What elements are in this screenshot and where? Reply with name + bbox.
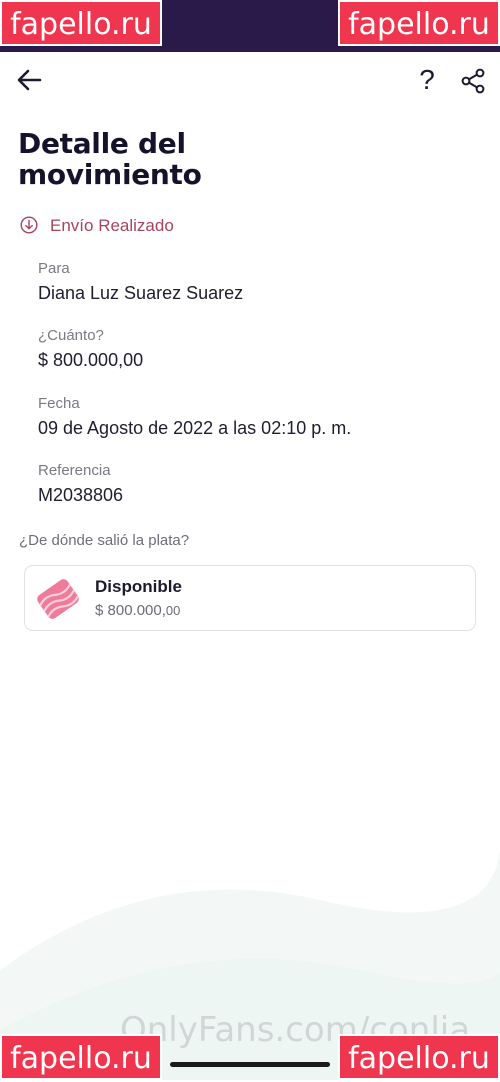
date-value: 09 de Agosto de 2022 a las 02:10 p. m. <box>38 418 352 438</box>
reference-label: Referencia <box>38 462 111 479</box>
source-question: ¿De dónde salió la plata? <box>19 532 190 549</box>
date-label: Fecha <box>38 395 80 412</box>
amount-field: ¿Cuánto? $ 800.000,00 <box>38 327 143 371</box>
account-amount-main: $ 800.000, <box>95 602 166 619</box>
home-indicator <box>170 1062 330 1067</box>
amount-value: $ 800.000,00 <box>38 350 144 370</box>
recipient-label: Para <box>38 260 70 277</box>
wallet-icon <box>37 579 79 619</box>
share-button[interactable] <box>458 66 488 96</box>
watermark-top-left: fapello.ru <box>0 0 162 46</box>
date-field: Fecha 09 de Agosto de 2022 a las 02:10 p… <box>38 395 351 439</box>
amount-label: ¿Cuánto? <box>38 327 104 344</box>
share-icon <box>461 68 485 94</box>
help-button[interactable]: ? <box>412 62 442 98</box>
back-button[interactable] <box>14 64 46 96</box>
reference-field: Referencia M2038806 <box>38 462 123 506</box>
reference-value: M2038806 <box>38 485 124 505</box>
arrow-left-icon <box>17 69 42 91</box>
source-account-card[interactable]: Disponible $ 800.000,00 <box>24 565 476 631</box>
arrow-down-circle-icon <box>20 216 38 234</box>
watermark-bottom-right: fapello.ru <box>338 1034 500 1080</box>
status-label: Envío Realizado <box>50 216 174 235</box>
watermark-bottom-left: fapello.ru <box>0 1034 162 1080</box>
account-name: Disponible <box>95 577 182 596</box>
account-amount-cents: 00 <box>165 603 181 618</box>
watermark-top-right: fapello.ru <box>338 0 500 46</box>
top-app-bar: ? <box>0 52 500 112</box>
recipient-field: Para Diana Luz Suarez Suarez <box>38 260 243 304</box>
page-title: Detalle del movimiento <box>18 127 202 191</box>
recipient-value: Diana Luz Suarez Suarez <box>38 283 244 303</box>
account-amount: $ 800.000,00 <box>95 602 180 619</box>
